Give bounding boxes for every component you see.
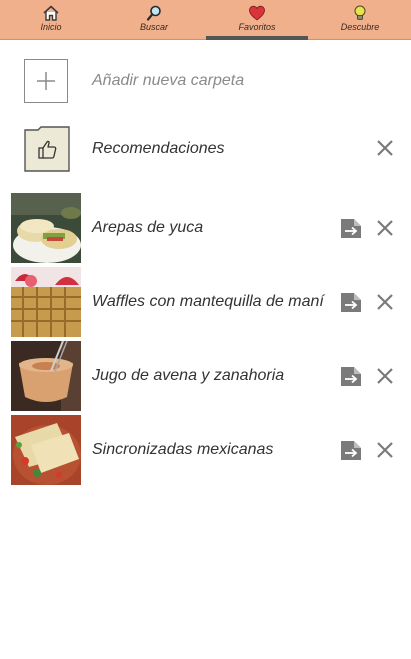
tab-descubre[interactable]: Descubre <box>309 0 411 40</box>
home-icon <box>43 5 59 21</box>
recipe-thumbnail[interactable] <box>11 415 81 485</box>
remove-close-icon[interactable] <box>374 439 396 461</box>
tab-favoritos[interactable]: Favoritos <box>206 0 308 40</box>
tab-inicio-label: Inicio <box>40 22 62 32</box>
recipe-thumbnail[interactable] <box>11 193 81 263</box>
list-item[interactable]: Sincronizadas mexicanas <box>0 415 411 485</box>
plus-icon <box>36 71 55 90</box>
folder-recomendaciones-label: Recomendaciones <box>92 140 225 157</box>
recipe-thumbnail[interactable] <box>11 341 81 411</box>
tab-inicio[interactable]: Inicio <box>0 0 102 40</box>
top-navigation-bar: Inicio Buscar Favoritos Descubre <box>0 0 411 40</box>
move-to-folder-icon[interactable] <box>340 291 362 313</box>
lightbulb-icon <box>354 5 366 20</box>
remove-close-icon[interactable] <box>374 137 396 159</box>
list-item[interactable]: Arepas de yuca <box>0 193 411 263</box>
add-folder-row[interactable]: Añadir nueva carpeta <box>0 58 411 106</box>
recipe-title: Jugo de avena y zanahoria <box>92 367 285 384</box>
add-folder-button[interactable] <box>24 59 68 103</box>
folder-recomendaciones[interactable]: Recomendaciones <box>0 126 411 174</box>
tab-favoritos-label: Favoritos <box>238 22 276 32</box>
active-tab-indicator <box>206 36 308 40</box>
move-to-folder-icon[interactable] <box>340 439 362 461</box>
tab-buscar-label: Buscar <box>139 22 168 32</box>
tab-buscar[interactable]: Buscar <box>103 0 205 40</box>
remove-close-icon[interactable] <box>374 365 396 387</box>
tab-descubre-label: Descubre <box>340 22 380 32</box>
recipe-thumbnail[interactable] <box>11 267 81 337</box>
recipe-title: Waffles con mantequilla de maní <box>92 293 324 310</box>
heart-icon <box>249 5 265 21</box>
folder-thumbs-up-icon <box>24 126 70 172</box>
list-item[interactable]: Jugo de avena y zanahoria <box>0 341 411 411</box>
move-to-folder-icon[interactable] <box>340 217 362 239</box>
add-folder-label: Añadir nueva carpeta <box>92 72 245 89</box>
list-item[interactable]: Waffles con mantequilla de maní <box>0 267 411 337</box>
search-icon <box>146 5 161 21</box>
move-to-folder-icon[interactable] <box>340 365 362 387</box>
recipe-title: Arepas de yuca <box>92 219 204 236</box>
recipe-title: Sincronizadas mexicanas <box>92 441 274 458</box>
remove-close-icon[interactable] <box>374 291 396 313</box>
remove-close-icon[interactable] <box>374 217 396 239</box>
